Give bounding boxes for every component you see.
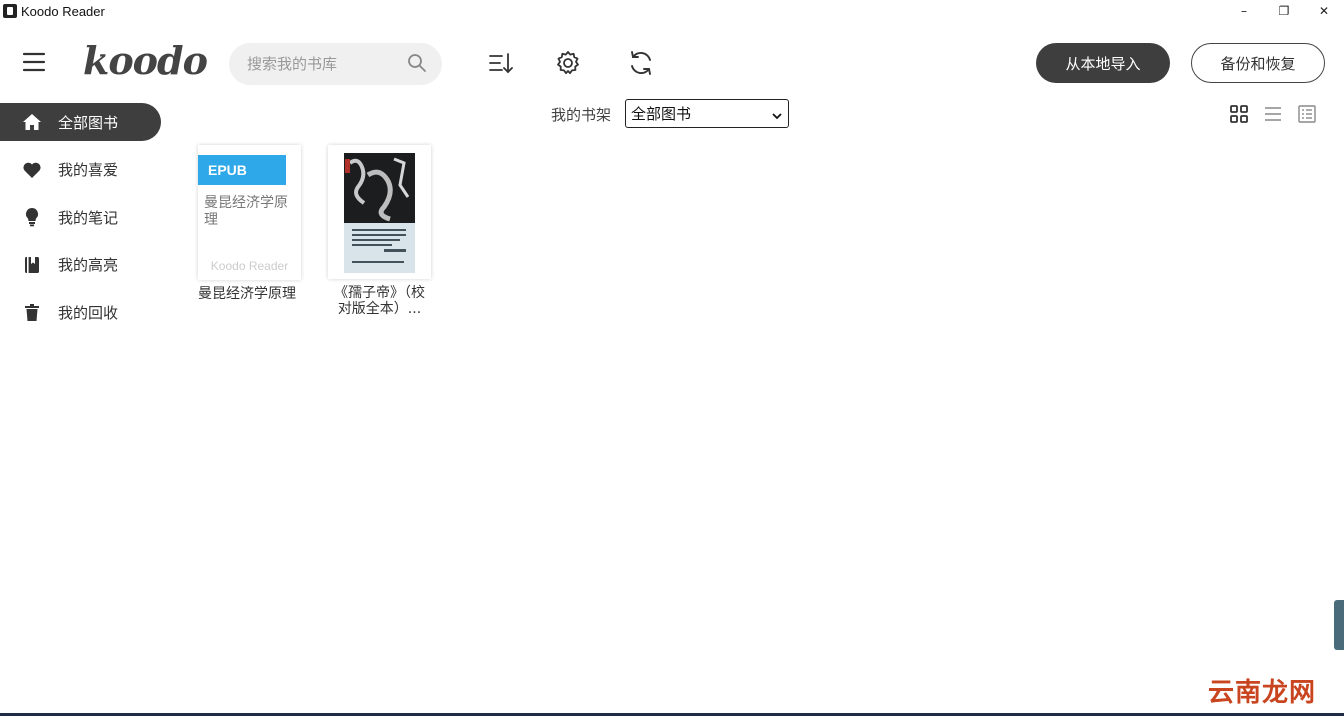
search-box[interactable] (229, 43, 442, 85)
highlight-book-icon (22, 255, 42, 275)
shelf-select[interactable]: 全部图书 (625, 99, 789, 128)
window-controls: – ❐ ✕ (1224, 0, 1344, 22)
window-titlebar: Koodo Reader – ❐ ✕ (0, 0, 1344, 22)
backup-restore-button[interactable]: 备份和恢复 (1191, 43, 1325, 83)
chevron-down-icon (772, 107, 782, 120)
book-title-line: 《孺子帝》（校 (334, 285, 425, 301)
list-view-icon[interactable] (1263, 104, 1283, 124)
heart-icon (22, 160, 42, 180)
book-cover[interactable]: EPUB 曼昆经济学原理 Koodo Reader (198, 145, 301, 280)
book-title: 《孺子帝》（校 对版全本）... (328, 285, 431, 317)
sidebar-item-all-books[interactable]: 全部图书 (0, 103, 161, 141)
sync-refresh-icon[interactable] (627, 49, 655, 77)
sidebar-item-label: 我的高亮 (58, 256, 119, 274)
book-card[interactable]: 《孺子帝》（校 对版全本）... (328, 145, 433, 317)
sidebar-item-notes[interactable]: 我的笔记 (0, 198, 165, 236)
home-icon (22, 112, 42, 132)
grid-view-icon[interactable] (1229, 104, 1249, 124)
trash-icon (22, 302, 42, 322)
cover-title: 曼昆经济学原理 (204, 195, 288, 228)
lightbulb-icon (22, 207, 42, 227)
restore-button[interactable]: ❐ (1264, 0, 1304, 22)
search-icon[interactable] (407, 53, 427, 73)
book-cover-image[interactable] (328, 145, 431, 279)
sidebar-item-trash[interactable]: 我的回收 (0, 293, 165, 331)
sidebar-item-label: 全部图书 (58, 113, 119, 132)
search-input[interactable] (247, 52, 407, 76)
sidebar-item-favorites[interactable]: 我的喜爱 (0, 151, 165, 189)
floating-side-widget[interactable] (1334, 600, 1344, 650)
settings-gear-icon[interactable] (554, 49, 582, 77)
detail-view-icon[interactable] (1297, 104, 1317, 124)
format-badge: EPUB (198, 155, 286, 185)
sidebar-item-label: 我的回收 (58, 303, 119, 322)
app-icon (3, 4, 17, 18)
site-watermark: 云南龙网 (1208, 678, 1317, 708)
book-card[interactable]: EPUB 曼昆经济学原理 Koodo Reader 曼昆经济学原理 (198, 145, 303, 302)
hamburger-menu-icon[interactable] (22, 50, 46, 74)
book-title-line: 对版全本）... (337, 301, 422, 317)
app-logo: koodo (83, 38, 208, 83)
sidebar-item-label: 我的喜爱 (58, 161, 119, 179)
sidebar-item-highlights[interactable]: 我的高亮 (0, 246, 165, 284)
window-title: Koodo Reader (21, 3, 105, 19)
sidebar-item-label: 我的笔记 (58, 208, 119, 227)
book-title: 曼昆经济学原理 (198, 286, 296, 302)
minimize-button[interactable]: – (1224, 0, 1264, 22)
sort-icon[interactable] (487, 49, 515, 77)
import-local-button[interactable]: 从本地导入 (1036, 43, 1170, 83)
sidebar: 全部图书 我的喜爱 我的笔记 我的高亮 我的回收 (0, 103, 165, 341)
shelf-select-value: 全部图书 (631, 105, 692, 123)
shelf-label: 我的书架 (551, 106, 612, 124)
cover-brand: Koodo Reader (210, 259, 289, 273)
close-button[interactable]: ✕ (1304, 0, 1344, 22)
